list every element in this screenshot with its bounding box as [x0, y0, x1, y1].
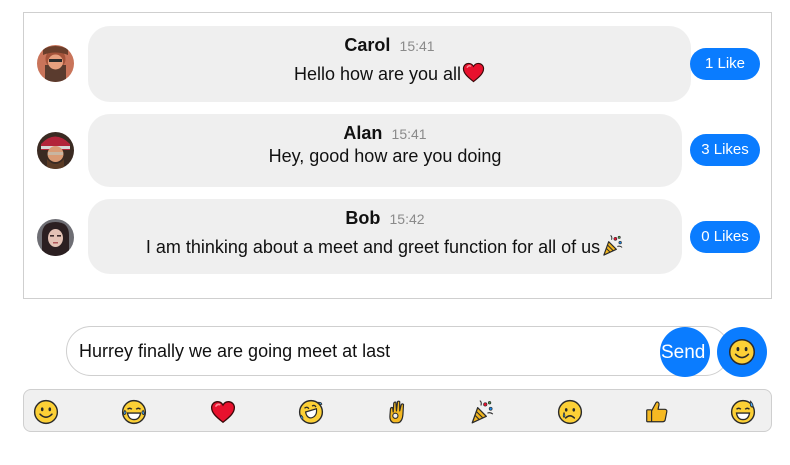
rolling-laughing-icon [298, 399, 324, 425]
crying-face-icon [557, 399, 583, 425]
chat-panel: Carol 15:41 Hello how are you all 1 Like… [23, 12, 772, 299]
message-time: 15:42 [389, 211, 425, 227]
avatar-alan-image [37, 132, 74, 169]
avatar[interactable] [37, 45, 74, 82]
grinning-sweat-icon [730, 399, 756, 425]
message-text: Hello how are you all [293, 64, 462, 84]
emoji-party-popper-button[interactable] [469, 399, 495, 425]
party-popper-icon [469, 399, 495, 425]
message-input[interactable] [79, 337, 649, 365]
message-text-line: Hello how are you all [88, 61, 691, 85]
avatar-bob-image [37, 219, 74, 256]
emoji-crying-face-button[interactable] [557, 399, 583, 425]
thumbs-up-icon [644, 399, 670, 425]
emoji-tears-of-joy-button[interactable] [121, 399, 147, 425]
message-time: 15:41 [399, 38, 435, 54]
emoji-smiley-button[interactable] [33, 399, 59, 425]
emoji-ok-hand-button[interactable] [384, 399, 410, 425]
message-text: Hey, good how are you doing [268, 146, 502, 166]
avatar[interactable] [37, 219, 74, 256]
emoji-rolling-laughing-button[interactable] [298, 399, 324, 425]
message-composer [66, 326, 730, 376]
ok-hand-icon [384, 399, 410, 425]
message-header: Bob 15:42 [88, 208, 682, 229]
like-button[interactable]: 3 Likes [690, 134, 760, 166]
message-header: Alan 15:41 [88, 123, 682, 144]
message-bubble: Carol 15:41 Hello how are you all [88, 26, 691, 102]
emoji-heart-button[interactable] [210, 399, 236, 425]
avatar-carol-image [37, 45, 74, 82]
heart-icon [210, 399, 236, 425]
message-row: Carol 15:41 Hello how are you all 1 Like [24, 26, 771, 102]
emoji-picker-button[interactable] [717, 327, 767, 377]
heart-icon [462, 61, 485, 84]
sender-name: Carol [344, 35, 391, 55]
send-button[interactable]: Send [660, 327, 710, 377]
emoji-grinning-sweat-button[interactable] [730, 399, 756, 425]
sender-name: Bob [345, 208, 381, 228]
message-text: I am thinking about a meet and greet fun… [145, 237, 601, 257]
smiley-icon [33, 399, 59, 425]
message-header: Carol 15:41 [88, 35, 691, 56]
like-button[interactable]: 1 Like [690, 48, 760, 80]
smiley-icon [728, 338, 756, 366]
tears-of-joy-icon [121, 399, 147, 425]
emoji-bar [23, 389, 772, 432]
like-button[interactable]: 0 Likes [690, 221, 760, 253]
party-popper-icon [601, 234, 624, 257]
sender-name: Alan [343, 123, 383, 143]
message-bubble: Alan 15:41 Hey, good how are you doing [88, 114, 682, 187]
message-time: 15:41 [391, 126, 427, 142]
message-text-line: I am thinking about a meet and greet fun… [88, 234, 682, 258]
avatar[interactable] [37, 132, 74, 169]
message-row: Alan 15:41 Hey, good how are you doing 3… [24, 114, 771, 190]
message-row: Bob 15:42 I am thinking about a meet and… [24, 199, 771, 275]
message-bubble: Bob 15:42 I am thinking about a meet and… [88, 199, 682, 274]
emoji-thumbs-up-button[interactable] [644, 399, 670, 425]
